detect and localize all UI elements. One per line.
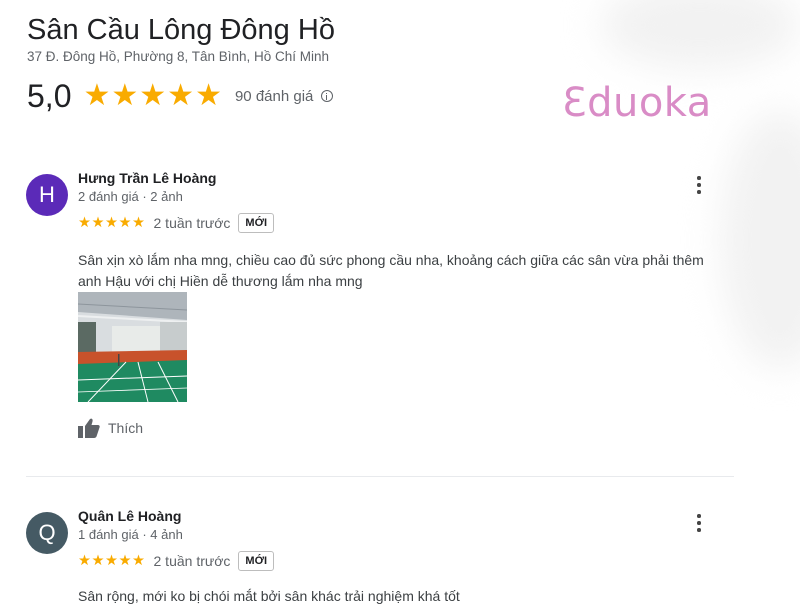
thumbs-up-icon (78, 418, 100, 438)
badminton-court-photo (78, 292, 187, 402)
rating-stars: ★★★★★ (83, 79, 223, 112)
avatar[interactable]: H (26, 174, 68, 216)
review-card: Q Quân Lê Hoàng 1 đánh giá · 4 ảnh ★★★★★… (26, 508, 736, 604)
review-count-link[interactable]: 90 đánh giá (235, 88, 313, 105)
review-stamp: ★★★★★ 2 tuần trước MỚI (78, 550, 275, 572)
review-text: Sân rộng, mới ko bị chói mắt bởi sân khá… (78, 588, 460, 604)
review-text: Sân xịn xò lắm nha mng, chiều cao đủ sức… (78, 252, 704, 289)
reviewer-name[interactable]: Quân Lê Hoàng (78, 508, 181, 524)
avatar-letter: Q (38, 520, 56, 545)
review-card: H Hưng Trần Lê Hoàng 2 đánh giá · 2 ảnh … (26, 170, 736, 460)
more-options-icon[interactable] (694, 514, 704, 532)
like-label: Thích (108, 420, 144, 436)
place-address: 37 Đ. Đông Hồ, Phường 8, Tân Bình, Hồ Ch… (27, 49, 330, 64)
review-stamp: ★★★★★ 2 tuần trước MỚI (78, 212, 275, 234)
review-stars: ★★★★★ (78, 553, 146, 569)
reviewer-meta: 2 đánh giá · 2 ảnh (78, 189, 183, 204)
avatar[interactable]: Q (26, 512, 68, 554)
watermark-logo: Ɛduoka (562, 80, 712, 126)
review-photo[interactable] (78, 292, 187, 402)
review-divider (26, 476, 734, 477)
reviewer-name[interactable]: Hưng Trần Lê Hoàng (78, 170, 216, 186)
more-options-icon[interactable] (694, 176, 704, 194)
rating-value: 5,0 (27, 77, 72, 114)
review-stars: ★★★★★ (78, 215, 146, 231)
place-title: Sân Cầu Lông Đông Hồ (27, 14, 335, 46)
new-badge: MỚI (238, 551, 275, 571)
new-badge: MỚI (238, 213, 275, 233)
review-time: 2 tuần trước (153, 553, 231, 569)
like-button[interactable]: Thích (78, 418, 143, 438)
info-icon[interactable] (321, 90, 334, 102)
reviewer-meta: 1 đánh giá · 4 ảnh (78, 527, 183, 542)
review-time: 2 tuần trước (153, 215, 231, 231)
avatar-letter: H (39, 182, 55, 207)
